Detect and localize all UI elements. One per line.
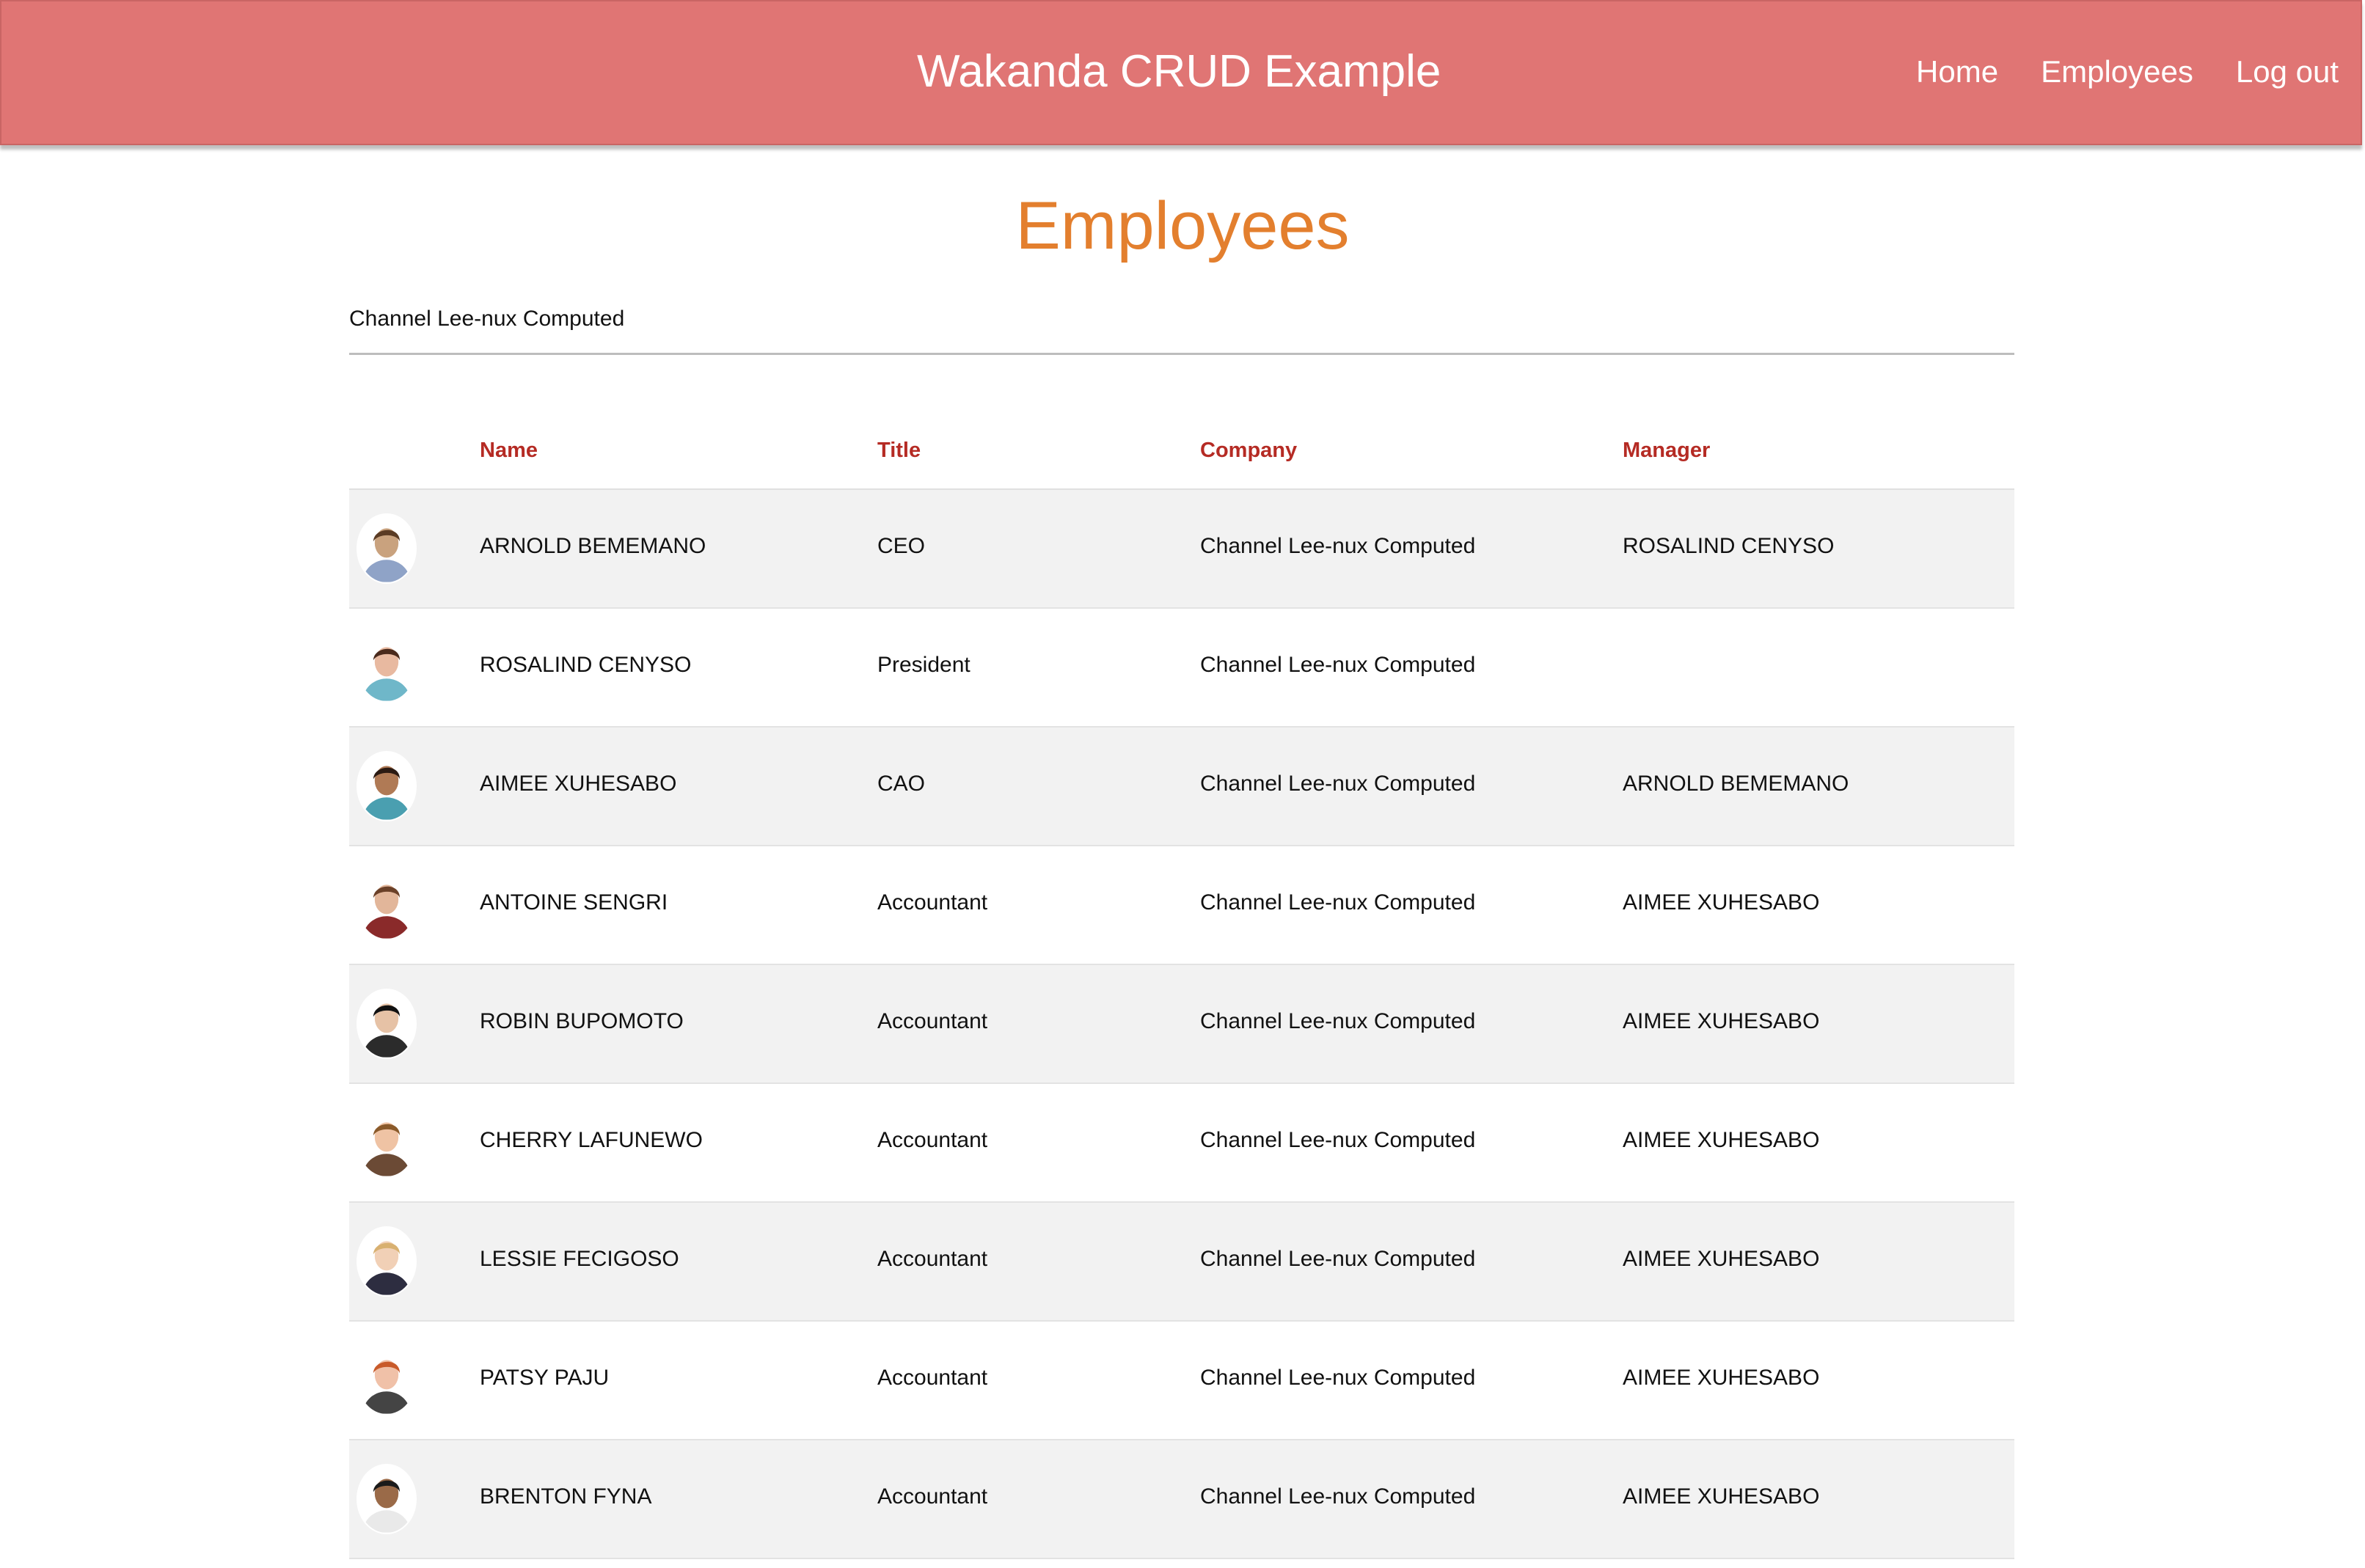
cell-title: Accountant	[877, 1247, 988, 1271]
cell-title: Accountant	[877, 890, 988, 915]
table-row[interactable]: PATSY PAJU Accountant Channel Lee-nux Comp…	[349, 1322, 2014, 1440]
cell-title: President	[877, 653, 971, 677]
table-header: Name Title Company Manager	[349, 411, 2014, 490]
cell-company: Channel Lee-nux Computed	[1200, 1128, 1476, 1152]
cell-name: ROBIN BUPOMOTO	[480, 1009, 684, 1033]
nav-employees-link[interactable]: Employees	[2041, 54, 2193, 89]
employees-table: Name Title Company Manager ARNOLD BEMEMA…	[349, 411, 2014, 1559]
cell-manager: ROSALIND CENYSO	[1623, 534, 1835, 558]
avatar	[357, 1345, 417, 1415]
avatar	[357, 1107, 417, 1178]
nav-logout-link[interactable]: Log out	[2236, 54, 2339, 89]
table-row[interactable]: ANTOINE SENGRI Accountant Channel Lee-nux …	[349, 846, 2014, 965]
cell-name: ARNOLD BEMEMANO	[480, 534, 706, 558]
table-row[interactable]: ROSALIND CENYSO President Channel Lee-nux …	[349, 609, 2014, 728]
page-title: Employees	[1015, 188, 1350, 263]
column-header-title[interactable]: Title	[877, 439, 921, 463]
cell-company: Channel Lee-nux Computed	[1200, 1366, 1476, 1390]
avatar	[357, 1226, 417, 1297]
table-row[interactable]: BRENTON FYNA Accountant Channel Lee-nux Co…	[349, 1440, 2014, 1559]
cell-company: Channel Lee-nux Computed	[1200, 890, 1476, 915]
cell-company: Channel Lee-nux Computed	[1200, 653, 1476, 677]
table-body: ARNOLD BEMEMANO CEO Channel Lee-nux Comput…	[349, 490, 2014, 1559]
column-header-company[interactable]: Company	[1200, 439, 1297, 463]
cell-title: CAO	[877, 772, 926, 796]
cell-manager: AIMEE XUHESABO	[1623, 1009, 1820, 1033]
nav-home-link[interactable]: Home	[1916, 54, 1998, 89]
column-header-manager[interactable]: Manager	[1623, 439, 1710, 463]
column-header-name[interactable]: Name	[480, 439, 538, 463]
cell-manager: AIMEE XUHESABO	[1623, 1366, 1820, 1390]
cell-company: Channel Lee-nux Computed	[1200, 772, 1476, 796]
cell-company: Channel Lee-nux Computed	[1200, 1484, 1476, 1509]
avatar	[357, 513, 417, 584]
cell-title: CEO	[877, 534, 926, 558]
table-row[interactable]: ARNOLD BEMEMANO CEO Channel Lee-nux Comput…	[349, 490, 2014, 609]
top-nav: Home Employees Log out	[1916, 54, 2339, 89]
cell-name: BRENTON FYNA	[480, 1484, 652, 1509]
table-row[interactable]: ROBIN BUPOMOTO Accountant Channel Lee-nux …	[349, 965, 2014, 1084]
cell-company: Channel Lee-nux Computed	[1200, 534, 1476, 558]
avatar	[357, 632, 417, 703]
cell-title: Accountant	[877, 1128, 988, 1152]
app-title: Wakanda CRUD Example	[917, 46, 1441, 97]
avatar	[357, 989, 417, 1059]
cell-name: AIMEE XUHESABO	[480, 772, 677, 796]
cell-manager: AIMEE XUHESABO	[1623, 890, 1820, 915]
cell-manager: AIMEE XUHESABO	[1623, 1247, 1820, 1271]
cell-name: ANTOINE SENGRI	[480, 890, 668, 915]
top-header: Wakanda CRUD Example Home Employees Log …	[0, 0, 2362, 145]
table-row[interactable]: AIMEE XUHESABO CAO Channel Lee-nux Compute…	[349, 728, 2014, 846]
cell-title: Accountant	[877, 1009, 988, 1033]
cell-name: CHERRY LAFUNEWO	[480, 1128, 703, 1152]
cell-manager: AIMEE XUHESABO	[1623, 1128, 1820, 1152]
cell-name: PATSY PAJU	[480, 1366, 610, 1390]
cell-title: Accountant	[877, 1366, 988, 1390]
avatar	[357, 870, 417, 940]
avatar	[357, 1464, 417, 1534]
avatar	[357, 751, 417, 821]
cell-name: ROSALIND CENYSO	[480, 653, 692, 677]
table-row[interactable]: CHERRY LAFUNEWO Accountant Channel Lee-nux…	[349, 1084, 2014, 1203]
cell-manager: ARNOLD BEMEMANO	[1623, 772, 1849, 796]
cell-manager: AIMEE XUHESABO	[1623, 1484, 1820, 1509]
cell-company: Channel Lee-nux Computed	[1200, 1009, 1476, 1033]
table-row[interactable]: LESSIE FECIGOSO Accountant Channel Lee-nux…	[349, 1203, 2014, 1322]
company-filter-select[interactable]: Channel Lee-nux Computed	[349, 307, 2014, 355]
cell-name: LESSIE FECIGOSO	[480, 1247, 679, 1271]
cell-company: Channel Lee-nux Computed	[1200, 1247, 1476, 1271]
cell-title: Accountant	[877, 1484, 988, 1509]
